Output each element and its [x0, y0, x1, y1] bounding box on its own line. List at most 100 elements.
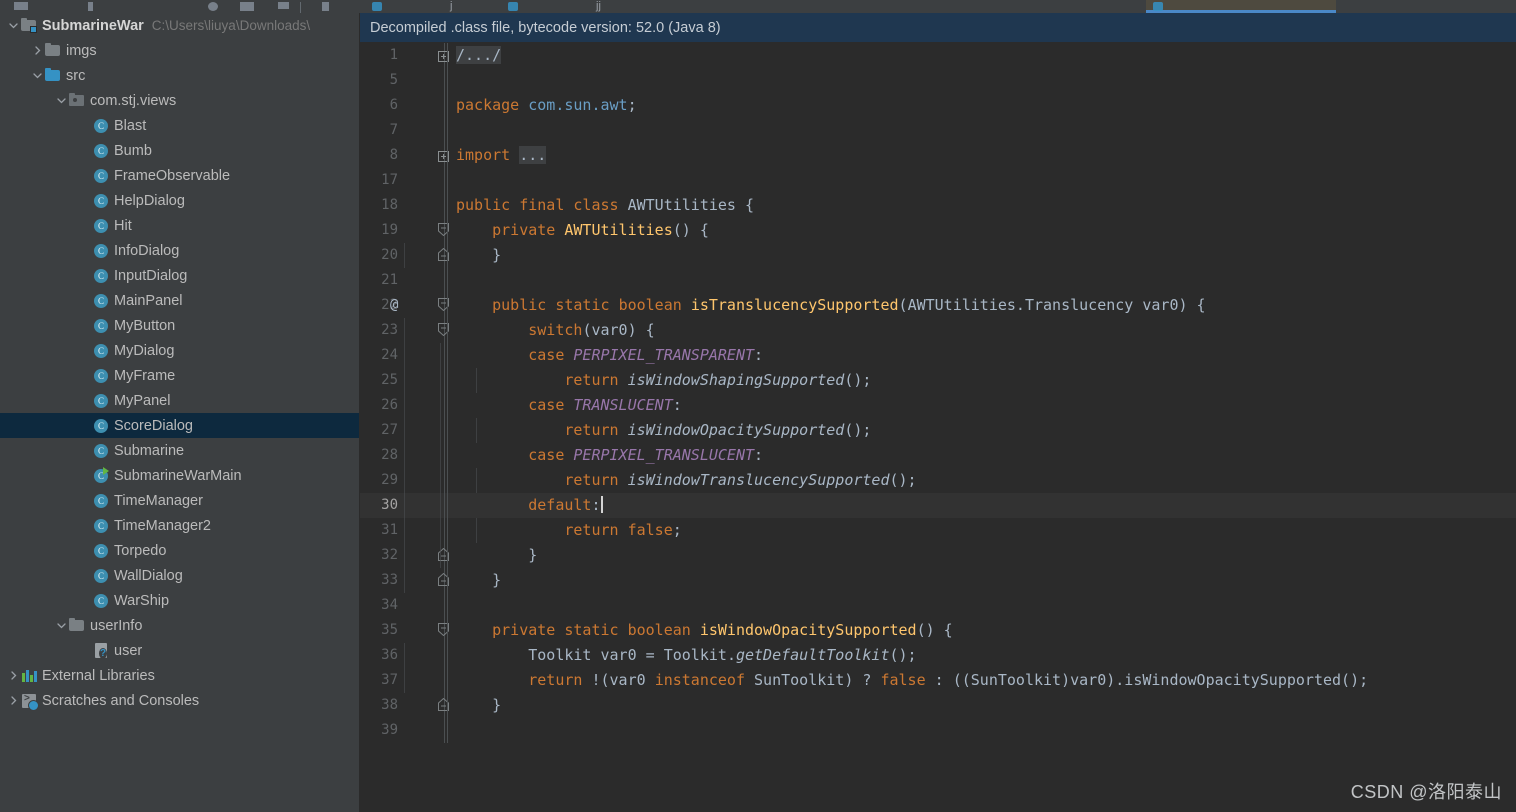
code-line[interactable]: 19 private AWTUtilities() {: [360, 218, 1516, 243]
code-line-text[interactable]: }: [404, 543, 1516, 568]
code-line-text[interactable]: import ...: [448, 143, 1516, 168]
code-line[interactable]: 7: [360, 118, 1516, 143]
editor-pane[interactable]: Decompiled .class file, bytecode version…: [360, 13, 1516, 812]
editor-gutter[interactable]: 7: [360, 118, 448, 143]
toolbar-icon-4[interactable]: [240, 2, 254, 11]
code-content[interactable]: 1 /.../ 5 6 package com.sun.awt; 7 8 import ...…: [360, 43, 1516, 812]
editor-gutter[interactable]: 22 @: [360, 293, 451, 318]
code-line[interactable]: 29 return isWindowTranslucencySupported(…: [360, 468, 1516, 493]
tree-item-hit[interactable]: C Hit: [0, 213, 360, 238]
code-line-text[interactable]: package com.sun.awt;: [448, 93, 1516, 118]
code-line-text[interactable]: case PERPIXEL_TRANSLUCENT:: [404, 443, 1516, 468]
toolbar-icon-2[interactable]: [88, 2, 93, 11]
code-line-text[interactable]: }: [404, 568, 1516, 593]
fold-plus-icon[interactable]: [438, 49, 451, 62]
code-line-text[interactable]: [448, 118, 1516, 143]
tree-item-myframe[interactable]: C MyFrame: [0, 363, 360, 388]
code-line[interactable]: 31 return false;: [360, 518, 1516, 543]
editor-gutter[interactable]: 21: [360, 268, 448, 293]
toolbar-icon-5[interactable]: [278, 2, 289, 9]
code-line-text[interactable]: return false;: [404, 518, 1516, 543]
editor-gutter[interactable]: 8: [360, 143, 451, 168]
editor-gutter[interactable]: 6: [360, 93, 448, 118]
annotation-marker-icon[interactable]: @: [390, 293, 398, 318]
editor-gutter[interactable]: 17: [360, 168, 448, 193]
code-line[interactable]: 26 case TRANSLUCENT:: [360, 393, 1516, 418]
chevron-down-icon[interactable]: [6, 13, 20, 38]
code-line-text[interactable]: case TRANSLUCENT:: [404, 393, 1516, 418]
editor-gutter[interactable]: 5: [360, 68, 448, 93]
code-line[interactable]: 35 private static boolean isWindowOpacit…: [360, 618, 1516, 643]
editor-gutter[interactable]: 35: [360, 618, 451, 643]
code-line[interactable]: 24 case PERPIXEL_TRANSPARENT:: [360, 343, 1516, 368]
fold-plus-icon[interactable]: [438, 149, 451, 162]
tree-item-submarinewarmain[interactable]: C SubmarineWarMain: [0, 463, 360, 488]
code-line[interactable]: 36 Toolkit var0 = Toolkit.getDefaultTool…: [360, 643, 1516, 668]
editor-gutter[interactable]: 19: [360, 218, 449, 243]
code-line-text[interactable]: public final class AWTUtilities {: [448, 193, 1516, 218]
chevron-right-icon[interactable]: [6, 688, 20, 713]
tree-item-warship[interactable]: C WarShip: [0, 588, 360, 613]
code-line[interactable]: 34: [360, 593, 1516, 618]
tree-item-bumb[interactable]: C Bumb: [0, 138, 360, 163]
tree-item-blast[interactable]: C Blast: [0, 113, 360, 138]
code-line-text[interactable]: }: [448, 693, 1516, 718]
tree-item-torpedo[interactable]: C Torpedo: [0, 538, 360, 563]
tree-item-mypanel[interactable]: C MyPanel: [0, 388, 360, 413]
project-tool-window[interactable]: SubmarineWar C:\Users\liuya\Downloads\ img…: [0, 13, 360, 812]
code-line[interactable]: 20 }: [360, 243, 1516, 268]
tree-item-walldialog[interactable]: C WallDialog: [0, 563, 360, 588]
tree-item-com-stj-views[interactable]: com.stj.views: [0, 88, 360, 113]
code-line-text[interactable]: [448, 68, 1516, 93]
code-line[interactable]: 33 }: [360, 568, 1516, 593]
tree-item-submarinewar[interactable]: SubmarineWar C:\Users\liuya\Downloads\: [0, 13, 360, 38]
tree-item-timemanager2[interactable]: C TimeManager2: [0, 513, 360, 538]
chevron-right-icon[interactable]: [6, 663, 20, 688]
tree-item-mybutton[interactable]: C MyButton: [0, 313, 360, 338]
code-line[interactable]: 1 /.../: [360, 43, 1516, 68]
code-line-text[interactable]: return !(var0 instanceof SunToolkit) ? f…: [404, 668, 1516, 693]
chevron-down-icon[interactable]: [30, 63, 44, 88]
code-line-text[interactable]: public static boolean isTranslucencySupp…: [448, 293, 1516, 318]
tree-item-mydialog[interactable]: C MyDialog: [0, 338, 360, 363]
tree-item-inputdialog[interactable]: C InputDialog: [0, 263, 360, 288]
code-line-text[interactable]: }: [404, 243, 1516, 268]
code-line[interactable]: 32 }: [360, 543, 1516, 568]
tab-icon-1[interactable]: [372, 2, 382, 11]
code-line-text[interactable]: return isWindowTranslucencySupported();: [404, 468, 1516, 493]
code-line[interactable]: 18 public final class AWTUtilities {: [360, 193, 1516, 218]
tree-item-scoredialog[interactable]: C ScoreDialog: [0, 413, 360, 438]
code-line[interactable]: 6 package com.sun.awt;: [360, 93, 1516, 118]
fold-up-icon[interactable]: [438, 697, 451, 711]
editor-gutter[interactable]: 18: [360, 193, 448, 218]
toolbar-icon-1[interactable]: [14, 2, 28, 10]
tree-item-helpdialog[interactable]: C HelpDialog: [0, 188, 360, 213]
code-line-text[interactable]: private static boolean isWindowOpacitySu…: [448, 618, 1516, 643]
chevron-down-icon[interactable]: [54, 613, 68, 638]
code-line[interactable]: 5: [360, 68, 1516, 93]
fold-up-icon[interactable]: [438, 572, 451, 586]
code-line[interactable]: 38 }: [360, 693, 1516, 718]
tab-active[interactable]: [1146, 0, 1336, 13]
tree-item-userinfo[interactable]: userInfo: [0, 613, 360, 638]
code-line[interactable]: 22 @ public static boolean isTranslucency…: [360, 293, 1516, 318]
code-line[interactable]: 8 import ...: [360, 143, 1516, 168]
editor-gutter[interactable]: 1: [360, 43, 451, 68]
code-line[interactable]: 23 switch(var0) {: [360, 318, 1516, 343]
toolbar-icon-3[interactable]: [208, 2, 218, 11]
code-line-text[interactable]: /.../: [448, 43, 1516, 68]
code-line-text[interactable]: default:: [404, 493, 1516, 518]
tree-item-infodialog[interactable]: C InfoDialog: [0, 238, 360, 263]
code-line-text[interactable]: switch(var0) {: [404, 318, 1516, 343]
fold-down-icon[interactable]: [438, 298, 451, 312]
editor-gutter[interactable]: 34: [360, 593, 448, 618]
fold-down-icon[interactable]: [438, 623, 451, 637]
code-line-text[interactable]: return isWindowOpacitySupported();: [404, 418, 1516, 443]
code-line[interactable]: 28 case PERPIXEL_TRANSLUCENT:: [360, 443, 1516, 468]
tree-item-src[interactable]: src: [0, 63, 360, 88]
editor-gutter[interactable]: 39: [360, 718, 448, 743]
editor-gutter[interactable]: 38: [360, 693, 451, 718]
code-line[interactable]: 25 return isWindowShapingSupported();: [360, 368, 1516, 393]
tree-item-scratches-and-consoles[interactable]: Scratches and Consoles: [0, 688, 360, 713]
tree-item-user[interactable]: user: [0, 638, 360, 663]
